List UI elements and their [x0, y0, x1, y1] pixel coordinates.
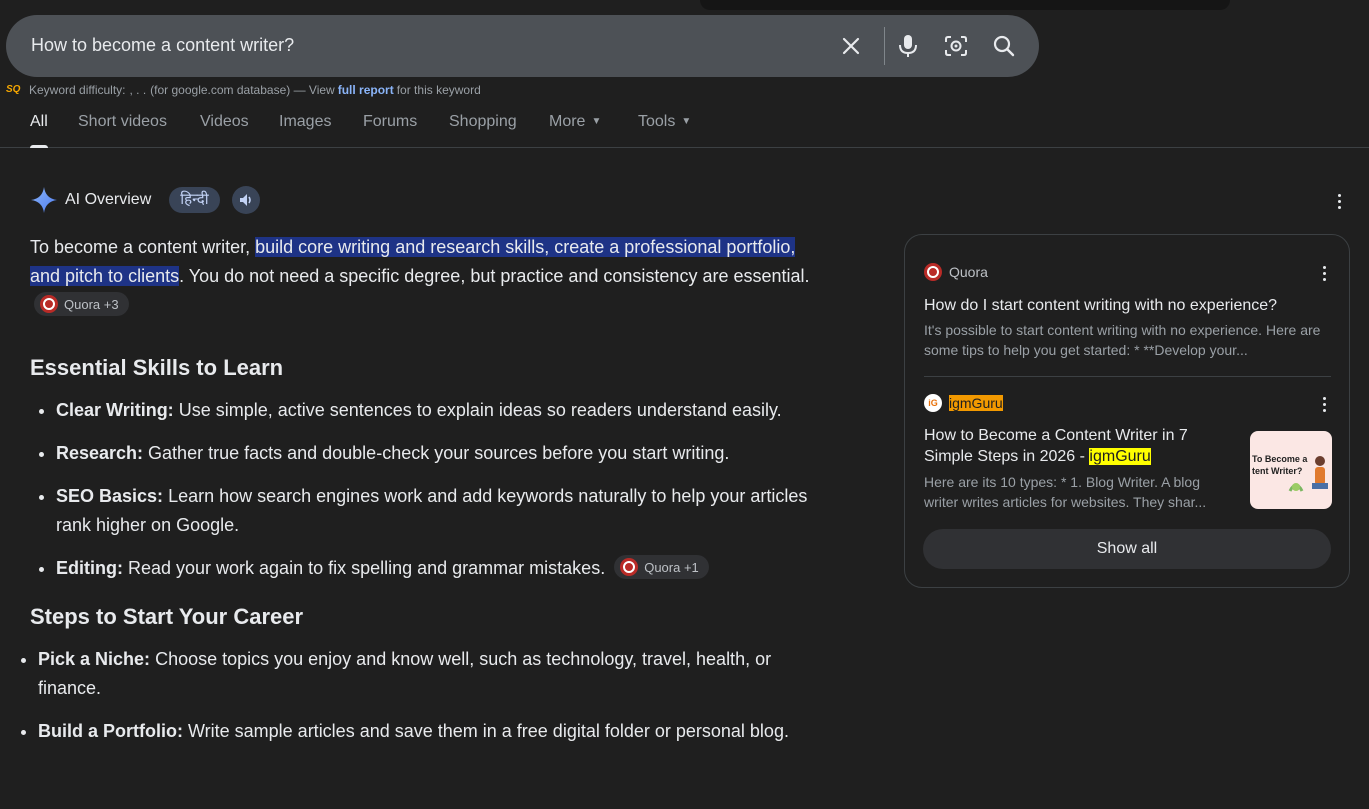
list-item: Pick a Niche: Choose topics you enjoy an… [38, 645, 810, 703]
ai-overview-more-options-icon[interactable] [1330, 192, 1348, 210]
tab-short-videos[interactable]: Short videos [78, 113, 167, 131]
list-item-text: Gather true facts and double-check your … [143, 443, 730, 463]
ai-overview-content: To become a content writer, build core w… [30, 233, 810, 760]
source-chip[interactable]: Quora +1 [614, 555, 709, 580]
intro-text-after: . You do not need a specific degree, but… [179, 266, 810, 286]
quora-logo-icon [924, 263, 942, 281]
tab-shopping[interactable]: Shopping [449, 113, 517, 131]
tab-all[interactable]: All [30, 113, 48, 148]
kd-value: , . . [129, 83, 147, 97]
tab-videos[interactable]: Videos [200, 113, 249, 131]
speaker-icon [239, 194, 251, 206]
list-item-title: Clear Writing: [56, 400, 174, 420]
semrush-logo-icon: SQ [6, 84, 21, 95]
tab-more[interactable]: More ▼ [549, 113, 601, 131]
source-title-link[interactable]: How to Become a Content Writer in 7 Simp… [924, 425, 1224, 467]
source-chip-label: Quora +1 [644, 559, 699, 575]
chevron-down-icon: ▼ [681, 116, 692, 127]
intro-paragraph: To become a content writer, build core w… [30, 233, 810, 320]
search-bar[interactable]: How to become a content writer? [6, 15, 1039, 77]
list-item-text: Learn how search engines work and add ke… [56, 486, 808, 535]
thumbnail-illustration-icon [1288, 456, 1328, 492]
search-icon[interactable] [990, 32, 1018, 60]
source-title-link[interactable]: How do I start content writing with no e… [924, 295, 1331, 316]
skills-heading: Essential Skills to Learn [30, 355, 284, 380]
source-title-mark: igmGuru [1089, 448, 1151, 465]
tab-tools-label: Tools [638, 113, 676, 130]
clear-icon[interactable] [837, 32, 865, 60]
show-all-button[interactable]: Show all [923, 529, 1331, 569]
source-igmguru[interactable]: iG igmGuru [924, 394, 1003, 412]
more-options-icon[interactable] [1319, 265, 1329, 281]
list-item-text: Read your work again to fix spelling and… [122, 558, 606, 578]
gemini-sparkle-icon [31, 187, 57, 213]
list-item-title: Build a Portfolio: [38, 721, 183, 741]
listen-button[interactable] [231, 186, 260, 214]
list-item: SEO Basics: Learn how search engines wor… [56, 482, 810, 540]
list-item-title: Pick a Niche: [38, 649, 151, 669]
intro-text: To become a content writer, [30, 237, 256, 257]
steps-heading: Steps to Start Your Career [30, 604, 304, 629]
search-tabs: All Short videos Videos Images Forums Sh… [0, 108, 1369, 148]
source-chip-label: Quora +3 [64, 296, 119, 312]
list-item-text: Use simple, active sentences to explain … [173, 400, 782, 420]
kd-database: (for google.com database) — View [150, 83, 335, 97]
kd-prefix: Keyword difficulty: [29, 83, 126, 97]
tab-more-label: More [549, 113, 586, 130]
quora-logo-icon [620, 558, 639, 577]
list-item-text: Write sample articles and save them in a… [182, 721, 789, 741]
list-item: Build a Portfolio: Write sample articles… [38, 717, 810, 746]
igmguru-logo-icon: iG [924, 394, 942, 412]
steps-list: Pick a Niche: Choose topics you enjoy an… [8, 645, 810, 746]
list-item: Clear Writing: Use simple, active senten… [56, 396, 810, 425]
hindi-language-chip[interactable]: हिन्दी [169, 187, 220, 213]
source-snippet: It's possible to start content writing w… [924, 322, 1321, 358]
source-snippet: Here are its 10 types: * 1. Blog Writer.… [924, 474, 1207, 510]
list-item-title: Research: [56, 443, 144, 463]
tab-tools[interactable]: Tools ▼ [638, 113, 691, 131]
list-item: Editing: Read your work again to fix spe… [56, 554, 810, 583]
source-chip[interactable]: Quora +3 [34, 292, 129, 317]
microphone-icon[interactable] [894, 32, 922, 60]
search-input[interactable]: How to become a content writer? [31, 35, 294, 56]
sources-card: Quora How do I start content writing wit… [904, 234, 1350, 588]
kd-suffix: for this keyword [396, 83, 481, 97]
source-name: Quora [949, 264, 988, 280]
source-name: igmGuru [949, 395, 1003, 411]
quora-logo-icon [40, 295, 58, 314]
source-quora[interactable]: Quora [924, 263, 988, 281]
list-item: Research: Gather true facts and double-c… [56, 439, 810, 468]
search-divider [884, 27, 885, 65]
more-options-icon[interactable] [1319, 396, 1329, 412]
full-report-link[interactable]: full report [338, 83, 394, 97]
source-thumbnail[interactable]: To Become a tent Writer? [1250, 431, 1332, 509]
list-item-title: Editing: [56, 558, 123, 578]
lens-camera-icon[interactable] [942, 32, 970, 60]
ai-overview-header: AI Overview हिन्दी [30, 186, 260, 214]
ai-overview-title: AI Overview [65, 191, 152, 208]
tab-images[interactable]: Images [279, 113, 331, 131]
keyword-difficulty-bar: SQ Keyword difficulty: , . . (for google… [6, 83, 481, 97]
skills-list: Clear Writing: Use simple, active senten… [30, 396, 810, 583]
tab-forums[interactable]: Forums [363, 113, 417, 131]
card-divider [924, 376, 1331, 377]
list-item-title: SEO Basics: [56, 486, 164, 506]
top-shadow [700, 0, 1230, 10]
chevron-down-icon: ▼ [591, 116, 602, 127]
